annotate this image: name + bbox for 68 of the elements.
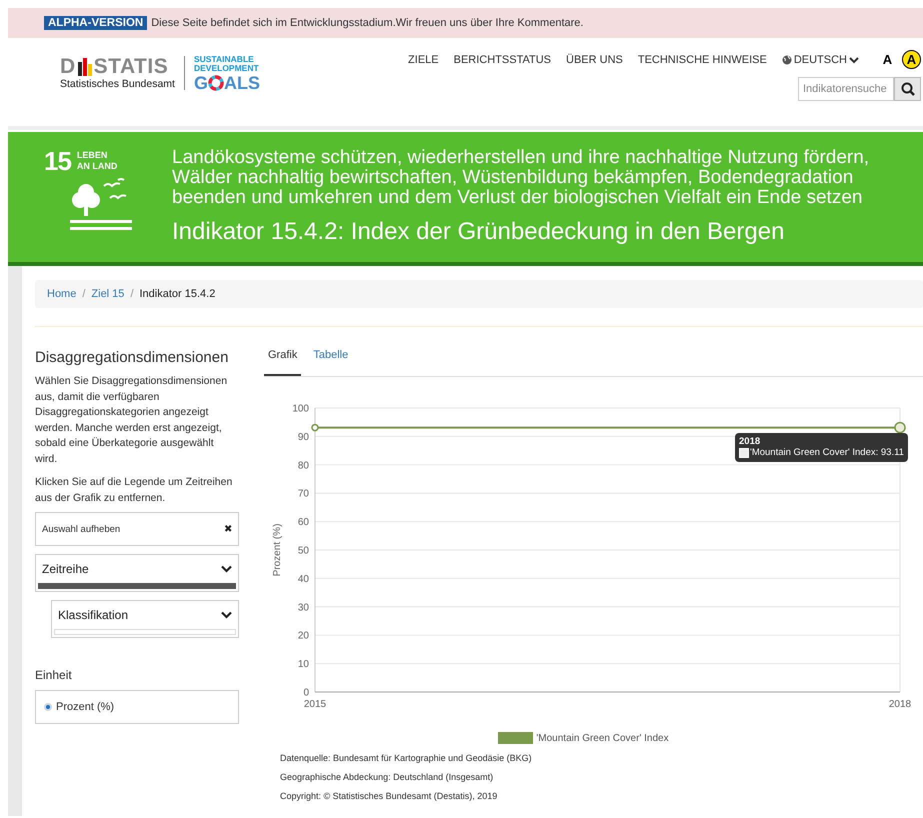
tooltip-title: 2018	[739, 436, 762, 447]
logo-text: DEVELOPMENT	[194, 64, 260, 72]
tree-and-birds-icon	[68, 178, 134, 232]
y-tick-label: 70	[298, 488, 309, 500]
version-badge: ALPHA-VERSION	[44, 16, 148, 30]
logo-text: ALS	[224, 74, 260, 92]
logo-text: STATIS	[94, 56, 168, 78]
y-tick-label: 90	[298, 432, 309, 443]
logo-subtitle: Statistisches Bundesamt	[60, 78, 175, 90]
globe-icon	[782, 54, 792, 64]
nav-link[interactable]: BERICHTSSTATUS	[454, 54, 552, 66]
intro-text: Wählen Sie Disaggregationsdimensionen aus, damit die verfügbaren Disaggregationskategorien angezeigt werden. Manche werden erst angezeigt, sobald eine Überkategorie ausgewählt wird.	[35, 374, 228, 466]
chevron-down-icon	[849, 56, 859, 64]
logo-text: G	[194, 74, 208, 92]
flag-bars-icon	[76, 58, 93, 76]
language-dropdown[interactable]: DEUTSCH	[782, 54, 859, 66]
logo-text: D	[60, 56, 76, 78]
data-point[interactable]	[894, 422, 906, 434]
search-icon	[900, 82, 914, 96]
hint-text: Klicken Sie auf die Legende um Zeitreihen aus der Grafik zu entfernen.	[35, 475, 234, 506]
footnote: Geographische Abdeckung: Deutschland (Insgesamt)	[280, 772, 494, 782]
y-axis-title: Prozent (%)	[272, 524, 283, 576]
y-tick-label: 100	[292, 404, 309, 414]
y-tick-label: 10	[298, 659, 309, 670]
y-tick-label: 20	[298, 630, 309, 642]
goal-name: LEBEN	[76, 150, 108, 161]
logo-text: SUSTAINABLE	[194, 54, 255, 64]
alert-message: Diese Seite befindet sich im Entwicklungsstadium.Wir freuen uns über Ihre Kommentare.	[151, 17, 584, 29]
nav-link[interactable]: ZIELE	[408, 54, 439, 66]
breadcrumb-separator: /	[82, 288, 86, 300]
goal-name: AN LAND	[76, 161, 118, 172]
unit-radio[interactable]: Prozent (%)	[44, 701, 114, 713]
nav-link[interactable]: TECHNISCHE HINWEISE	[638, 54, 767, 66]
font-size-button[interactable]: A	[902, 50, 921, 69]
goal-number: 15	[44, 148, 71, 174]
chevron-down-icon	[221, 565, 232, 573]
search-field[interactable]: Indikatorensuche	[798, 77, 894, 101]
indicator-title: Indikator 15.4.2: Index der Grünbedeckung in den Bergen	[172, 218, 786, 246]
chevron-down-icon	[221, 611, 232, 619]
x-tick-label: 2018	[888, 699, 912, 710]
tooltip-text: 'Mountain Green Cover' Index: 93.11	[750, 447, 904, 458]
legend-swatch	[739, 448, 749, 458]
y-tick-label: 30	[298, 602, 309, 614]
footnote: Copyright: © Statistisches Bundesamt (Destatis), 2019	[280, 791, 498, 801]
dropdown[interactable]: Zeitreihe	[35, 554, 239, 592]
unit-title: Einheit	[35, 668, 73, 682]
nav-link[interactable]: ÜBER UNS	[566, 54, 623, 66]
footnote: Datenquelle: Bundesamt für Kartographie und Geodäsie (BKG)	[280, 753, 533, 763]
y-tick-label: 40	[298, 574, 309, 585]
clear-selection-button[interactable]: Auswahl aufheben ✖	[35, 512, 239, 546]
tab[interactable]: Grafik	[264, 349, 302, 376]
y-tick-label: 0	[303, 688, 309, 698]
breadcrumb-link[interactable]: Ziel 15	[91, 288, 124, 300]
breadcrumb-separator: /	[130, 288, 134, 300]
font-size-button[interactable]: A	[878, 50, 897, 69]
current-page-label: Indikator 15.4.2	[140, 288, 216, 300]
y-tick-label: 50	[298, 546, 309, 556]
sidebar-title: Disaggregationsdimensionen	[35, 349, 230, 366]
search-button[interactable]	[894, 77, 921, 101]
legend-item[interactable]: 'Mountain Green Cover' Index	[498, 732, 669, 744]
goal-description: Landökosysteme schützen, wiederherstellen und ihre nachhaltige Nutzung fördern, Wälder nachhaltig bewirtschaften, Wüstenbildung bekämpfen, Bodendegradation beenden und umkehren und dem Verlust der biologischen Vielfalt ein Ende setzen	[172, 148, 870, 208]
y-tick-label: 60	[298, 517, 309, 528]
x-tick-label: 2015	[304, 699, 326, 710]
color-wheel-icon	[208, 74, 224, 90]
dropdown[interactable]: Klassifikation	[51, 600, 239, 638]
y-tick-label: 80	[298, 460, 309, 472]
breadcrumb-link[interactable]: Home	[47, 288, 76, 300]
tab[interactable]: Tabelle	[309, 349, 352, 376]
